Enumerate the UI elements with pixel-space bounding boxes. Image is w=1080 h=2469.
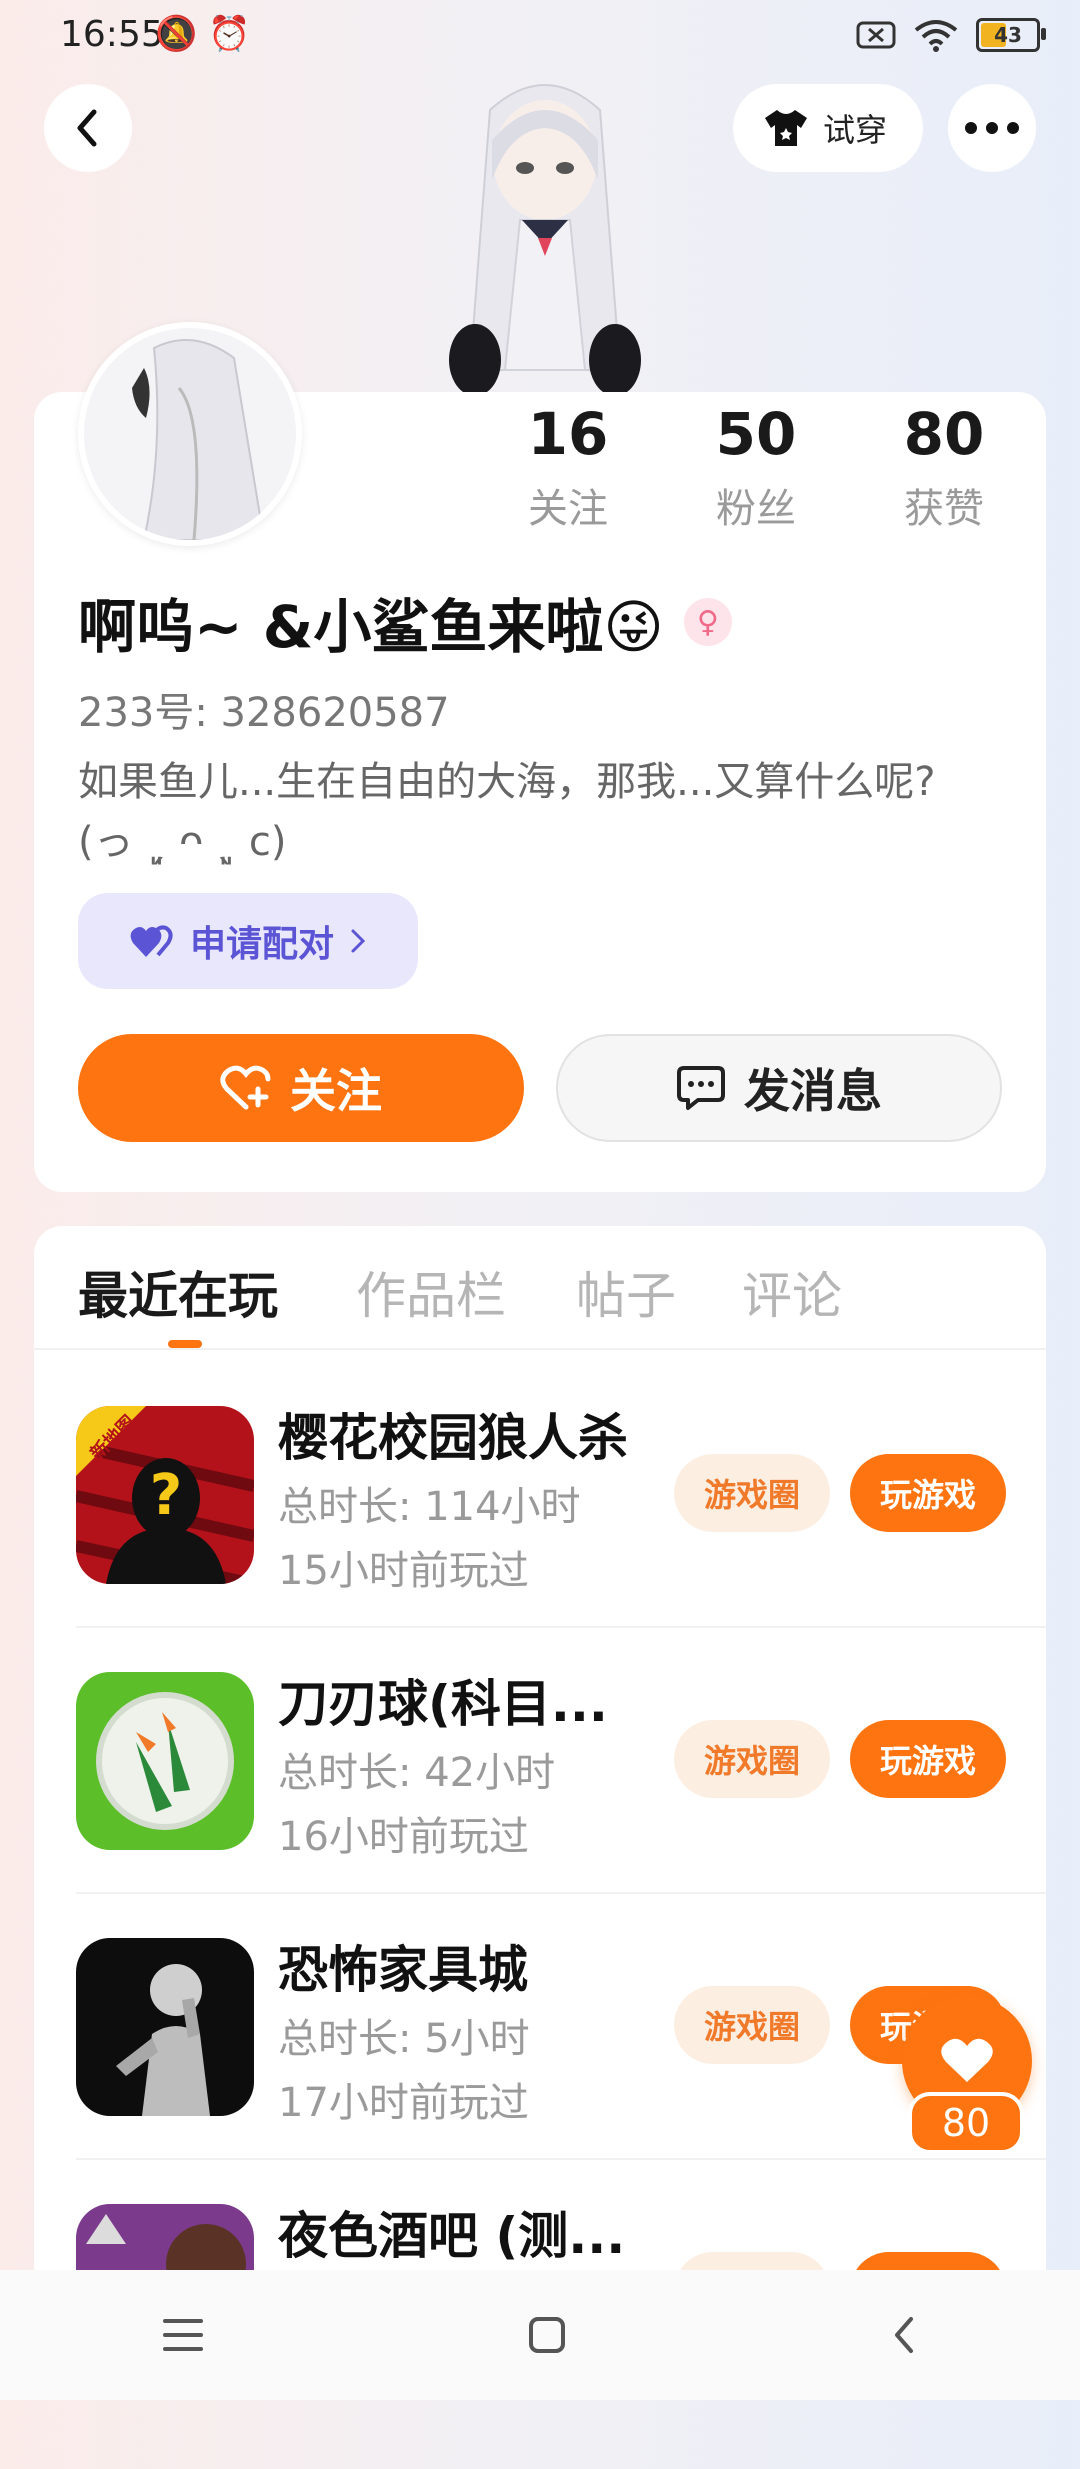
apply-pair-label: 申请配对 (189, 924, 334, 965)
game-circle-button[interactable]: 游戏圈 (674, 1454, 830, 1532)
game-icon-horror-furniture (76, 1938, 254, 2116)
nickname-row: 啊呜~ &小鲨鱼来啦😜 ♀ (78, 580, 732, 664)
apply-pair-button[interactable]: 申请配对 (78, 893, 418, 989)
game-last-played: 15小时前玩过 (278, 1548, 529, 1594)
back-nav-icon[interactable] (889, 2315, 919, 2355)
stat-likes-label: 获赞 (904, 486, 984, 532)
send-message-button[interactable]: 发消息 (556, 1034, 1002, 1142)
game-row[interactable]: ? 新地图 樱花校园狼人杀 总时长: 114小时 15小时前玩过 游戏圈 玩游戏 (76, 1406, 1046, 1671)
play-game-button[interactable]: 玩游戏 (850, 1454, 1006, 1532)
tab-comments[interactable]: 评论 (742, 1256, 842, 1328)
heart-plus-icon (220, 1065, 271, 1110)
avatar[interactable] (78, 322, 302, 546)
game-duration: 总时长: 5小时 (278, 2016, 530, 2062)
stat-fans-value: 50 (715, 400, 797, 468)
row-divider (76, 1626, 1046, 1628)
follow-label: 关注 (290, 1064, 382, 1118)
game-row[interactable]: 恐怖家具城 总时长: 5小时 17小时前玩过 游戏圈 玩游戏 (76, 1938, 1046, 2203)
tshirt-icon (765, 110, 807, 146)
tab-recent-play[interactable]: 最近在玩 (78, 1256, 278, 1328)
alarm-icon: ⏰ (208, 14, 251, 54)
game-icon-werewolf: ? 新地图 (76, 1406, 254, 1584)
active-tab-indicator (168, 1340, 202, 1348)
send-message-label: 发消息 (744, 1064, 882, 1118)
game-last-played: 17小时前玩过 (278, 2080, 529, 2126)
game-circle-button[interactable]: 游戏圈 (674, 1720, 830, 1798)
sim-off-icon (856, 21, 896, 49)
stat-fans[interactable]: 50 粉丝 (676, 400, 836, 534)
status-left-icons: 🔕 ⏰ (155, 14, 251, 54)
chat-bubble-icon (677, 1066, 725, 1110)
stat-fans-label: 粉丝 (716, 486, 796, 532)
stat-following-value: 16 (527, 400, 609, 468)
bio: 如果鱼儿...生在自由的大海，那我...又算什么呢?(っ ˏ͈ ᴖ ˎ͈ c) (78, 759, 936, 865)
game-title: 恐怖家具城 (278, 1941, 528, 1999)
game-row[interactable]: 刀刃球(科目... 总时长: 42小时 16小时前玩过 游戏圈 玩游戏 (76, 1672, 1046, 1937)
status-right-icons: 43 (856, 18, 1046, 52)
status-time: 16:55 (60, 14, 164, 55)
stat-following-label: 关注 (528, 486, 608, 532)
user-id[interactable]: 233号: 328620587 (78, 680, 450, 738)
stat-likes-value: 80 (903, 400, 985, 468)
try-on-label: 试穿 (823, 111, 888, 149)
floating-like-count: 80 (908, 2092, 1024, 2154)
play-game-button[interactable]: 玩游戏 (850, 1720, 1006, 1798)
tab-works[interactable]: 作品栏 (356, 1256, 506, 1328)
back-button[interactable] (44, 84, 132, 172)
follow-button[interactable]: 关注 (78, 1034, 524, 1142)
game-title: 刀刃球(科目... (278, 1675, 608, 1733)
try-on-button[interactable]: 试穿 (733, 84, 924, 172)
nickname: 啊呜~ &小鲨鱼来啦😜 (78, 593, 664, 661)
stat-following[interactable]: 16 关注 (488, 400, 648, 534)
game-duration: 总时长: 42小时 (278, 1750, 556, 1796)
svg-text:?: ? (150, 1463, 182, 1528)
home-icon[interactable] (527, 2315, 567, 2355)
avatar-image (84, 328, 296, 540)
double-heart-icon (130, 925, 173, 957)
game-circle-button[interactable]: 游戏圈 (674, 1986, 830, 2064)
game-icon-blade-ball (76, 1672, 254, 1850)
menu-icon[interactable] (161, 2317, 205, 2353)
more-button[interactable] (948, 84, 1036, 172)
more-dots-icon (965, 122, 1019, 134)
game-duration: 总时长: 114小时 (278, 1484, 581, 1530)
game-title: 樱花校园狼人杀 (278, 1409, 628, 1467)
stat-likes[interactable]: 80 获赞 (864, 400, 1024, 534)
tab-posts[interactable]: 帖子 (576, 1256, 676, 1328)
battery-icon: 43 (976, 18, 1046, 52)
system-nav-bar (0, 2270, 1080, 2400)
heart-icon (941, 2038, 993, 2082)
row-divider (76, 1892, 1046, 1894)
game-title: 夜色酒吧 (测... (278, 2207, 626, 2265)
chevron-right-icon (351, 929, 366, 953)
game-last-played: 16小时前玩过 (278, 1814, 529, 1860)
battery-level: 43 (994, 23, 1022, 47)
wifi-icon (914, 20, 958, 52)
tabs-divider (34, 1348, 1046, 1350)
female-gender-icon: ♀ (683, 598, 732, 646)
row-divider (76, 2158, 1046, 2160)
avatar-character-illustration (449, 84, 641, 396)
mute-bell-icon: 🔕 (155, 14, 198, 54)
chevron-left-icon (77, 109, 97, 147)
status-bar: 16:55 🔕 ⏰ 43 (0, 0, 1080, 76)
